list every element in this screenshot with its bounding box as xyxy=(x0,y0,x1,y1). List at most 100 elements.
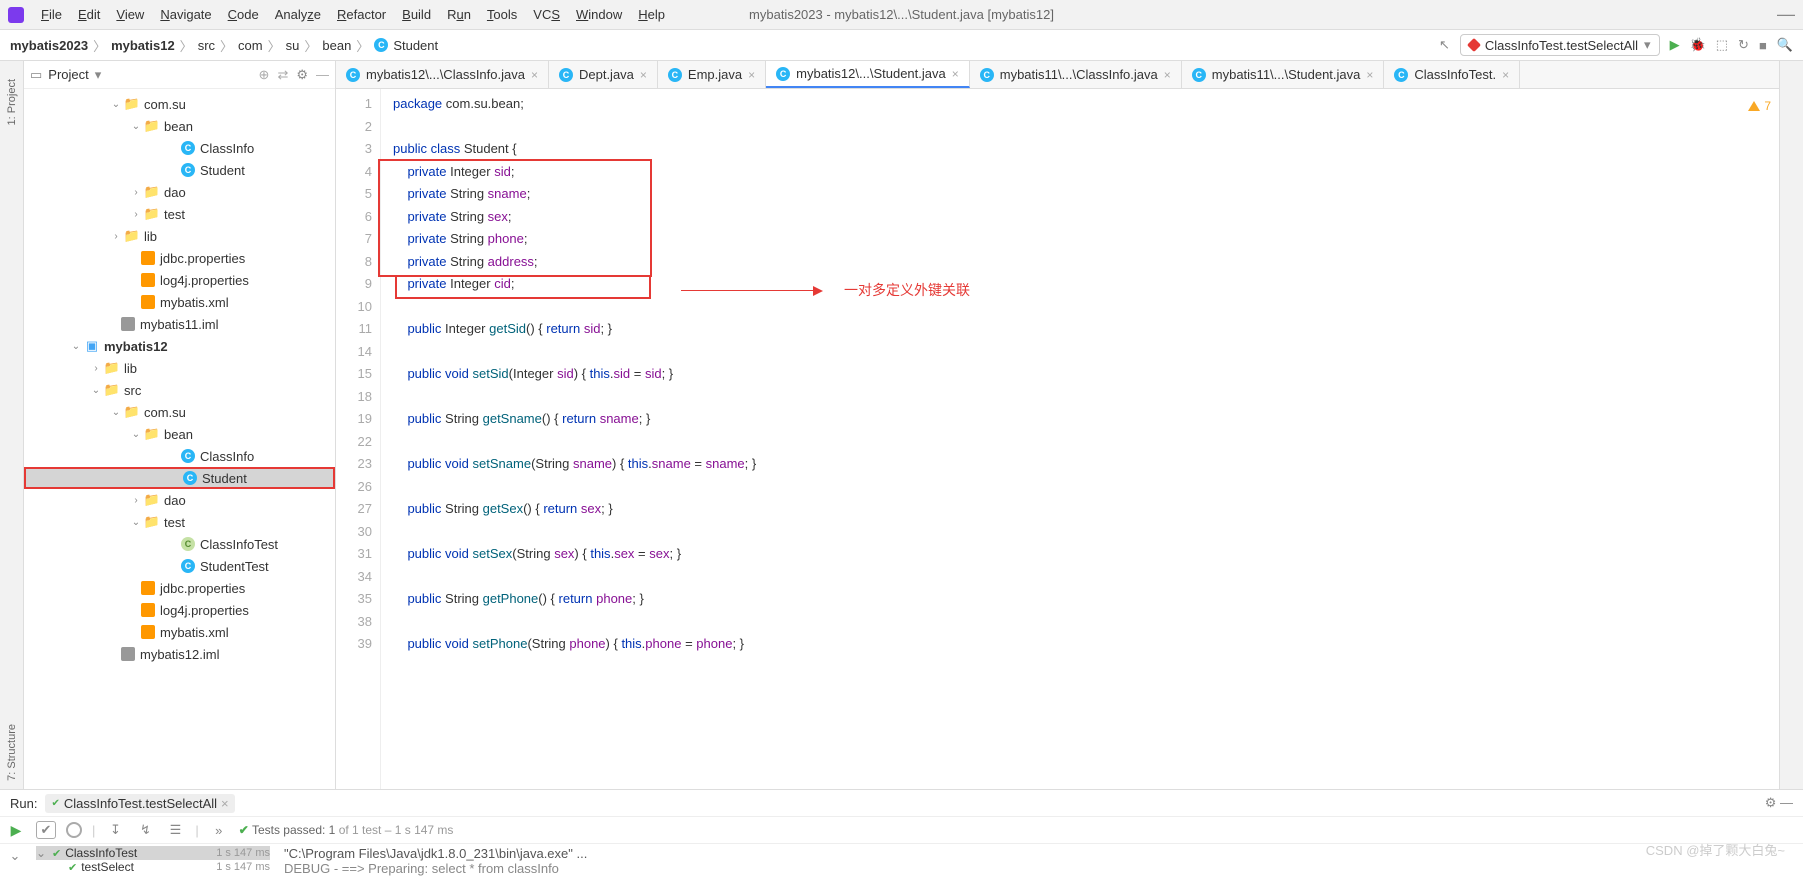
editor-tab[interactable]: Cmybatis11\...\Student.java× xyxy=(1182,61,1385,88)
file-icon: C xyxy=(1394,68,1408,82)
close-icon[interactable]: × xyxy=(221,796,229,811)
coverage-button[interactable]: ⬚ xyxy=(1716,37,1728,53)
stop-button[interactable] xyxy=(66,822,82,838)
tree-item[interactable]: ›📁lib xyxy=(24,357,335,379)
tree-item[interactable]: mybatis.xml xyxy=(24,291,335,313)
tree-item[interactable]: jdbc.properties xyxy=(24,247,335,269)
run-tab[interactable]: ✔ ClassInfoTest.testSelectAll × xyxy=(45,794,234,813)
close-icon[interactable]: × xyxy=(1366,68,1373,82)
back-icon[interactable]: ↖ xyxy=(1439,37,1450,53)
locate-icon[interactable]: ⊕ xyxy=(259,67,270,83)
tree-item[interactable]: ⌄▣mybatis12 xyxy=(24,335,335,357)
debug-button[interactable]: 🐞 xyxy=(1690,37,1706,53)
search-icon[interactable]: 🔍 xyxy=(1777,37,1793,53)
bc-root[interactable]: mybatis2023 xyxy=(10,38,88,53)
editor-tab[interactable]: CClassInfoTest.× xyxy=(1384,61,1520,88)
toggle-1[interactable]: ✔ xyxy=(36,821,56,839)
warnings-indicator[interactable]: 7 xyxy=(1748,95,1771,118)
tree-item[interactable]: CClassInfo xyxy=(24,445,335,467)
tree-item[interactable]: ⌄📁test xyxy=(24,511,335,533)
menu-edit[interactable]: Edit xyxy=(71,3,107,26)
code-editor[interactable]: package com.su.bean; public class Studen… xyxy=(381,89,1779,789)
filter-icon[interactable]: ↯ xyxy=(135,822,155,838)
bc-src[interactable]: src xyxy=(198,38,215,53)
tree-item[interactable]: CStudent xyxy=(24,467,335,489)
close-icon[interactable]: × xyxy=(952,67,959,81)
bc-su[interactable]: su xyxy=(286,38,300,53)
menu-build[interactable]: Build xyxy=(395,3,438,26)
bc-class[interactable]: Student xyxy=(393,38,438,53)
menu-view[interactable]: View xyxy=(109,3,151,26)
editor-tab[interactable]: CEmp.java× xyxy=(658,61,766,88)
rail-structure[interactable]: 7: Structure xyxy=(6,716,18,789)
tree-item[interactable]: ›📁lib xyxy=(24,225,335,247)
history-icon[interactable]: » xyxy=(209,823,229,838)
tree-item[interactable]: ⌄📁bean xyxy=(24,115,335,137)
stop-button[interactable]: ■ xyxy=(1759,38,1767,53)
menu-refactor[interactable]: Refactor xyxy=(330,3,393,26)
chevron-down-icon[interactable]: ▾ xyxy=(95,67,102,83)
menu-navigate[interactable]: Navigate xyxy=(153,3,218,26)
tree-item[interactable]: ⌄📁src xyxy=(24,379,335,401)
tree-item[interactable]: ⌄📁bean xyxy=(24,423,335,445)
bc-bean[interactable]: bean xyxy=(322,38,351,53)
menu-file[interactable]: File xyxy=(34,3,69,26)
expand-icon[interactable]: ⇄ xyxy=(277,67,288,83)
tree-item[interactable]: mybatis12.iml xyxy=(24,643,335,665)
tree-item[interactable]: mybatis.xml xyxy=(24,621,335,643)
tree-item[interactable]: ›📁dao xyxy=(24,489,335,511)
chevron-icon[interactable]: ⌄ xyxy=(10,848,21,864)
tree-item[interactable]: CStudent xyxy=(24,159,335,181)
close-icon[interactable]: × xyxy=(640,68,647,82)
editor-tabs: Cmybatis12\...\ClassInfo.java×CDept.java… xyxy=(336,61,1779,89)
menu-help[interactable]: Help xyxy=(631,3,672,26)
tree-item[interactable]: ⌄📁com.su xyxy=(24,93,335,115)
test-row[interactable]: ⌄✔ClassInfoTest1 s 147 ms xyxy=(36,846,270,860)
tree-item[interactable]: jdbc.properties xyxy=(24,577,335,599)
editor-tab[interactable]: Cmybatis11\...\ClassInfo.java× xyxy=(970,61,1182,88)
test-tree-panel[interactable]: ⌄✔ClassInfoTest1 s 147 ms✔testSelect1 s … xyxy=(30,844,276,878)
console-output[interactable]: "C:\Program Files\Java\jdk1.8.0_231\bin\… xyxy=(276,844,1803,878)
minimize-button[interactable]: — xyxy=(1777,4,1795,25)
tree-item[interactable]: log4j.properties xyxy=(24,269,335,291)
tree-item[interactable]: ⌄📁com.su xyxy=(24,401,335,423)
gear-icon[interactable]: ⚙ xyxy=(296,67,308,83)
editor-tab[interactable]: CDept.java× xyxy=(549,61,658,88)
profile-button[interactable]: ↻ xyxy=(1738,37,1749,53)
menu-vcs[interactable]: VCS xyxy=(526,3,567,26)
menu-tools[interactable]: Tools xyxy=(480,3,524,26)
editor-tab[interactable]: Cmybatis12\...\ClassInfo.java× xyxy=(336,61,549,88)
close-icon[interactable]: × xyxy=(1164,68,1171,82)
close-icon[interactable]: × xyxy=(1502,68,1509,82)
menu-analyze[interactable]: Analyze xyxy=(268,3,328,26)
menu-run[interactable]: Run xyxy=(440,3,478,26)
sort-icon[interactable]: ↧ xyxy=(105,822,125,838)
tree-item[interactable]: mybatis11.iml xyxy=(24,313,335,335)
editor-tab[interactable]: Cmybatis12\...\Student.java× xyxy=(766,61,970,88)
toolbar-right: ↖ ClassInfoTest.testSelectAll ▾ ▶ 🐞 ⬚ ↻ … xyxy=(1439,34,1793,56)
annotation-text: 一对多定义外键关联 xyxy=(844,279,970,302)
project-view-icon[interactable]: ▭ xyxy=(30,67,42,83)
expand-icon[interactable]: ☰ xyxy=(165,822,185,838)
rerun-button[interactable]: ▶ xyxy=(6,822,26,839)
close-icon[interactable]: × xyxy=(748,68,755,82)
tree-item[interactable]: CClassInfoTest xyxy=(24,533,335,555)
tree-item[interactable]: ›📁dao xyxy=(24,181,335,203)
menu-code[interactable]: Code xyxy=(221,3,266,26)
run-button[interactable]: ▶ xyxy=(1670,37,1680,53)
test-row[interactable]: ✔testSelect1 s 147 ms xyxy=(36,860,270,874)
menu-window[interactable]: Window xyxy=(569,3,629,26)
gear-icon[interactable]: ⚙ — xyxy=(1765,795,1793,811)
file-icon: C xyxy=(559,68,573,82)
collapse-icon[interactable]: — xyxy=(316,67,329,83)
run-config-selector[interactable]: ClassInfoTest.testSelectAll ▾ xyxy=(1460,34,1660,56)
rail-project[interactable]: 1: Project xyxy=(6,71,18,133)
tree-item[interactable]: CClassInfo xyxy=(24,137,335,159)
project-tree[interactable]: ⌄📁com.su⌄📁beanCClassInfoCStudent›📁dao›📁t… xyxy=(24,89,335,789)
close-icon[interactable]: × xyxy=(531,68,538,82)
bc-com[interactable]: com xyxy=(238,38,263,53)
bc-module[interactable]: mybatis12 xyxy=(111,38,175,53)
tree-item[interactable]: log4j.properties xyxy=(24,599,335,621)
tree-item[interactable]: ›📁test xyxy=(24,203,335,225)
tree-item[interactable]: CStudentTest xyxy=(24,555,335,577)
